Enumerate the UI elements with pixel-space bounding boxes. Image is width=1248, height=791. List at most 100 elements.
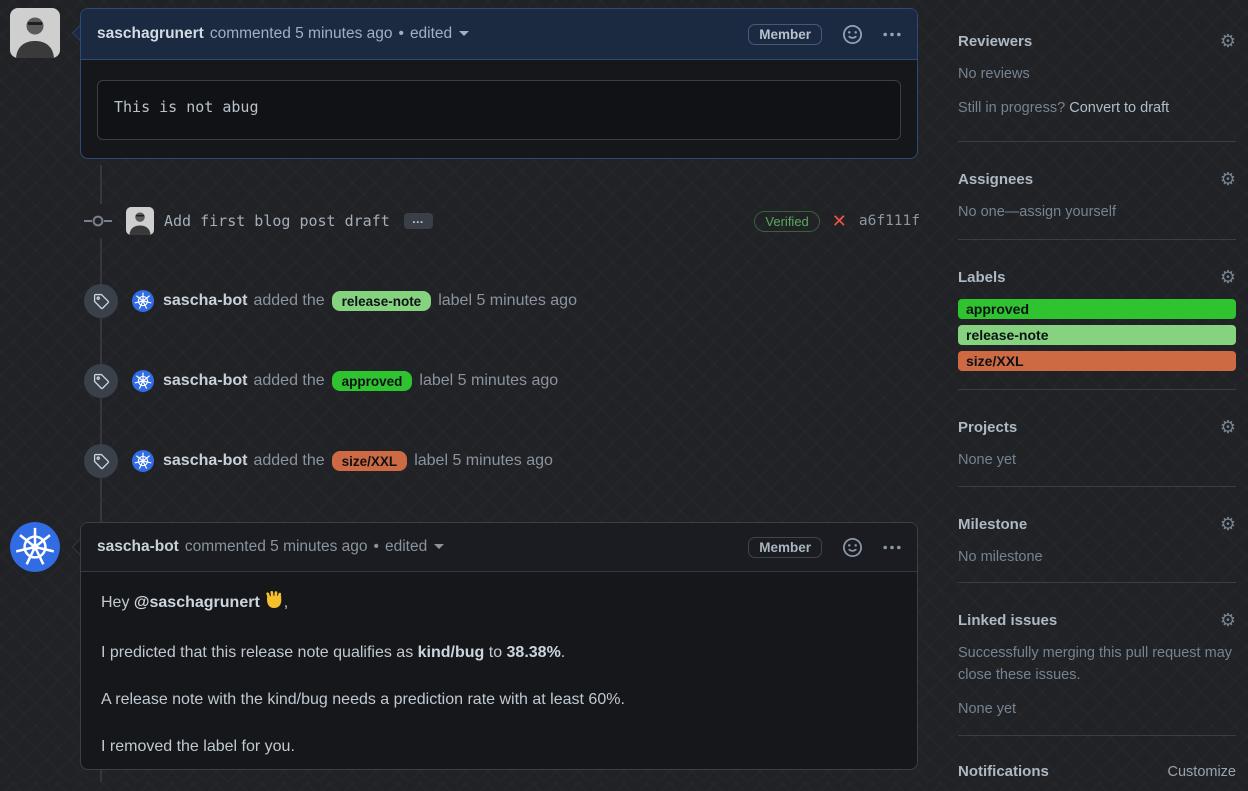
notifications-title: Notifications	[958, 763, 1049, 780]
event-action: added the	[253, 372, 325, 389]
member-badge: Member	[748, 536, 822, 558]
linked-issues-empty-text: None yet	[958, 701, 1017, 717]
commit-message-link[interactable]: Add first blog post draft	[164, 212, 390, 230]
comment-timestamp-link[interactable]: 5 minutes ago	[270, 538, 367, 556]
edited-dropdown[interactable]: edited	[410, 25, 470, 43]
kubernetes-logo-icon	[132, 290, 154, 312]
labels-title: Labels	[958, 269, 1006, 286]
chevron-down-icon	[434, 544, 445, 554]
assignees-empty-text: No one—	[958, 204, 1020, 220]
comment-action: commented	[209, 25, 291, 42]
kebab-menu-icon	[883, 545, 901, 549]
projects-empty-text: None yet	[958, 452, 1017, 468]
bot-avatar[interactable]	[132, 290, 154, 312]
sidebar-section-assignees: Assignees ⚙ No one—assign yourself	[958, 142, 1236, 240]
commit-sha-link[interactable]: a6f111f	[859, 213, 920, 229]
gear-icon[interactable]: ⚙	[1220, 169, 1236, 190]
gear-icon[interactable]: ⚙	[1220, 610, 1236, 631]
bot-avatar[interactable]	[132, 370, 154, 392]
bot-avatar[interactable]	[10, 522, 60, 572]
comment-author-link[interactable]: sascha-bot	[97, 538, 179, 556]
kebab-menu-icon	[883, 32, 901, 36]
tag-icon	[84, 444, 118, 478]
separator-dot: •	[373, 538, 379, 555]
commit-author-avatar[interactable]	[126, 207, 154, 235]
comment-body: Hey @saschagrunert, I predicted that thi…	[81, 572, 917, 776]
status-failure-icon[interactable]: ✕	[832, 211, 847, 232]
comment-saschagrunert: saschagrunert commented 5 minutes ago • …	[72, 8, 918, 159]
sidebar-label-approved[interactable]: approved	[958, 299, 1236, 319]
label-chip[interactable]: release-note	[331, 291, 432, 311]
kubernetes-logo-icon	[10, 522, 60, 572]
chevron-down-icon	[459, 31, 470, 41]
kubernetes-logo-icon	[132, 450, 154, 472]
comment-header: sascha-bot commented 5 minutes ago • edi…	[81, 523, 917, 572]
edited-dropdown[interactable]: edited	[385, 538, 445, 556]
sidebar-label-release-note[interactable]: release-note	[958, 325, 1236, 345]
milestone-title: Milestone	[958, 516, 1028, 533]
gear-icon[interactable]: ⚙	[1220, 31, 1236, 52]
customize-link[interactable]: Customize	[1168, 764, 1237, 780]
add-reaction-button[interactable]	[843, 537, 862, 557]
commit-event-row: Add first blog post draft … Verified ✕ a…	[84, 203, 920, 239]
sidebar-section-notifications: Notifications Customize	[958, 736, 1236, 780]
event-suffix: label 5 minutes ago	[419, 372, 559, 389]
removal-paragraph: I removed the label for you.	[101, 738, 295, 755]
assign-yourself-link[interactable]: assign yourself	[1019, 204, 1116, 220]
tag-icon	[84, 364, 118, 398]
comment-sascha-bot: sascha-bot commented 5 minutes ago • edi…	[72, 522, 918, 770]
requirement-paragraph: A release note with the kind/bug needs a…	[101, 691, 625, 708]
event-action: added the	[253, 452, 325, 469]
draft-hint-text: Still in progress?	[958, 100, 1066, 116]
label-chip[interactable]: approved	[331, 371, 413, 391]
label-event-row: sascha-bot added the size/XXL label 5 mi…	[84, 444, 920, 478]
add-reaction-button[interactable]	[843, 24, 862, 44]
label-event-row: sascha-bot added the release-note label …	[84, 284, 920, 318]
projects-title: Projects	[958, 419, 1018, 436]
user-photo-icon	[10, 8, 60, 58]
verified-badge[interactable]: Verified	[754, 210, 820, 232]
comment-action: commented	[184, 538, 266, 555]
assignees-title: Assignees	[958, 171, 1034, 188]
comment-code-block: This is not abug	[97, 80, 901, 140]
convert-to-draft-link[interactable]: Convert to draft	[1069, 100, 1169, 116]
commit-expand-button[interactable]: …	[403, 213, 433, 229]
user-mention-link[interactable]: @saschagrunert	[134, 594, 260, 611]
event-actor-link[interactable]: sascha-bot	[163, 292, 247, 310]
member-badge: Member	[748, 23, 822, 45]
event-actor-link[interactable]: sascha-bot	[163, 372, 247, 390]
gear-icon[interactable]: ⚙	[1220, 514, 1236, 535]
comment-options-button[interactable]	[883, 545, 901, 550]
tag-icon	[84, 284, 118, 318]
linked-issues-title: Linked issues	[958, 612, 1058, 629]
label-name-text: kind/bug	[417, 644, 485, 661]
label-chip[interactable]: size/XXL	[331, 451, 408, 471]
comment-timestamp-link[interactable]: 5 minutes ago	[295, 25, 392, 43]
event-suffix: label 5 minutes ago	[438, 292, 577, 309]
gear-icon[interactable]: ⚙	[1220, 267, 1236, 288]
sidebar-section-projects: Projects ⚙ None yet	[958, 390, 1236, 487]
kubernetes-logo-icon	[132, 370, 154, 392]
event-suffix: label 5 minutes ago	[414, 452, 553, 469]
sidebar-section-reviewers: Reviewers ⚙ No reviews Still in progress?…	[958, 0, 1236, 142]
user-photo-icon	[126, 207, 154, 235]
sidebar: Reviewers ⚙ No reviews Still in progress?…	[958, 0, 1236, 791]
prediction-paragraph: I predicted that this release note quali…	[101, 644, 566, 661]
smiley-icon	[843, 537, 862, 557]
reviewers-empty-text: No reviews	[958, 66, 1030, 82]
comment-options-button[interactable]	[883, 32, 901, 37]
avatar[interactable]	[10, 8, 60, 58]
greeting-paragraph: Hey @saschagrunert,	[101, 590, 897, 619]
event-actor-link[interactable]: sascha-bot	[163, 452, 247, 470]
gear-icon[interactable]: ⚙	[1220, 417, 1236, 438]
milestone-empty-text: No milestone	[958, 549, 1043, 565]
bot-avatar[interactable]	[132, 450, 154, 472]
separator-dot: •	[398, 25, 404, 42]
sidebar-label-size-xxl[interactable]: size/XXL	[958, 351, 1236, 371]
linked-issues-description: Successfully merging this pull request m…	[958, 645, 1233, 683]
reviewers-title: Reviewers	[958, 33, 1033, 50]
comment-header: saschagrunert commented 5 minutes ago • …	[81, 9, 917, 60]
wave-emoji-icon	[264, 590, 284, 619]
comment-author-link[interactable]: saschagrunert	[97, 25, 204, 43]
sidebar-section-milestone: Milestone ⚙ No milestone	[958, 487, 1236, 583]
